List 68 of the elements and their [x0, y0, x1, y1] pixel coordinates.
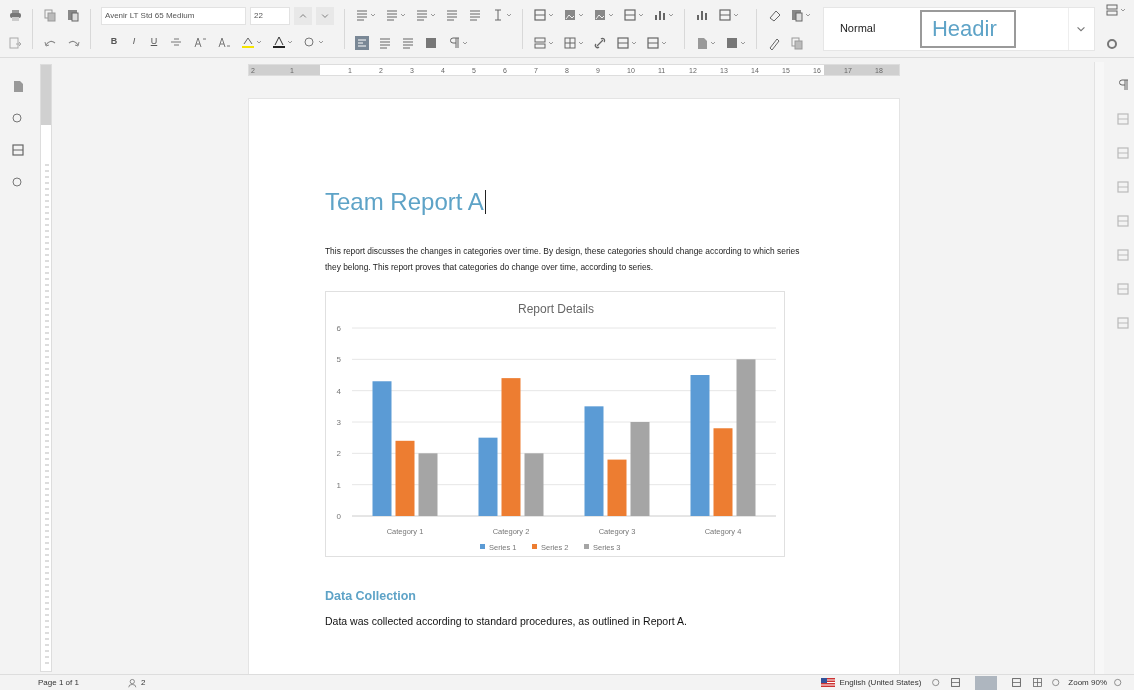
font-size-dropdown[interactable]: 22 — [249, 6, 290, 25]
dropdown-caret-icon[interactable] — [547, 39, 554, 46]
dropdown-caret-icon[interactable] — [369, 11, 376, 18]
text-cursor — [484, 190, 486, 214]
dropdown-caret-icon[interactable] — [667, 11, 674, 18]
copy-icon[interactable] — [43, 7, 57, 22]
dropdown-caret-icon[interactable] — [505, 11, 512, 18]
intro-paragraph: This report discusses the changes in categories over time. By design, these categories should change according to which series they belong. This report proves that categories do change over time, according to series. — [325, 245, 801, 274]
underline-button[interactable]: U — [148, 34, 159, 49]
normal-style[interactable]: Normal — [823, 9, 920, 48]
dropdown-caret-icon[interactable] — [317, 38, 324, 45]
dropdown-caret-icon[interactable] — [399, 11, 406, 18]
dropdown-caret-icon[interactable] — [429, 11, 436, 18]
y-axis-label: 2 — [336, 449, 341, 459]
page-count: Page 1 of 1 — [38, 676, 80, 689]
dropdown-caret-icon[interactable] — [1120, 6, 1126, 13]
dropdown-caret-icon[interactable] — [286, 38, 293, 45]
dropdown-caret-icon[interactable] — [637, 11, 644, 18]
italic-button[interactable]: I — [128, 34, 139, 49]
print-icon[interactable] — [8, 7, 22, 22]
chart-bar — [524, 453, 544, 516]
align-center-icon[interactable] — [377, 35, 392, 50]
increase-size-button[interactable] — [293, 6, 312, 25]
chart-bar — [607, 459, 627, 516]
chart-title: Report Details — [518, 302, 594, 316]
chart-bar — [418, 453, 438, 516]
export-icon[interactable] — [8, 35, 22, 50]
y-axis-label: 1 — [336, 480, 341, 490]
dropdown-caret-icon[interactable] — [547, 11, 554, 18]
document-title: Team Report A — [325, 187, 484, 217]
dropdown-caret-icon[interactable] — [732, 11, 739, 18]
paste-icon[interactable] — [66, 7, 80, 22]
y-axis-label: 4 — [336, 386, 341, 396]
y-axis-label: 5 — [336, 355, 341, 365]
vertical-scrollbar[interactable] — [1094, 62, 1104, 674]
dropdown-caret-icon[interactable] — [577, 11, 584, 18]
document-icon[interactable] — [11, 79, 25, 93]
align-left-icon[interactable] — [354, 35, 369, 50]
table-icon[interactable] — [562, 35, 577, 50]
section-paragraph: Data was collected according to standard procedures, as outlined in Report A. — [325, 613, 688, 629]
y-axis-label: 3 — [336, 418, 341, 427]
ruler-margin — [41, 65, 51, 125]
insert-image-icon[interactable] — [562, 7, 577, 22]
flag-icon — [821, 678, 836, 687]
dropdown-caret-icon[interactable] — [739, 39, 746, 46]
align-right-icon[interactable] — [400, 35, 415, 50]
dropdown-caret-icon[interactable] — [461, 39, 468, 46]
dropdown-caret-icon[interactable] — [660, 39, 667, 46]
bullet-list-icon[interactable] — [354, 7, 369, 22]
zoom-level: Zoom 90% — [1068, 676, 1107, 689]
font-name-dropdown[interactable]: Avenir LT Std 65 Medium — [100, 6, 246, 25]
paragraph-icon[interactable] — [1116, 78, 1130, 92]
language-button[interactable]: English (United States) — [821, 676, 922, 689]
dropdown-caret-icon[interactable] — [630, 39, 637, 46]
users-button[interactable]: 2 — [128, 676, 146, 689]
dropdown-caret-icon[interactable] — [607, 11, 614, 18]
y-axis-label: 0 — [336, 512, 341, 521]
dropdown-caret-icon[interactable] — [255, 38, 262, 45]
dropdown-caret-icon[interactable] — [804, 11, 811, 18]
bold-button[interactable]: B — [108, 34, 119, 49]
font-color-icon[interactable] — [271, 34, 286, 49]
picture-icon[interactable] — [592, 7, 607, 22]
decrease-size-button[interactable] — [315, 6, 334, 25]
dropdown-caret-icon[interactable] — [577, 39, 584, 46]
dropdown-caret-icon[interactable] — [709, 39, 716, 46]
section-heading: Data Collection — [325, 588, 417, 605]
layout-icon[interactable] — [1105, 2, 1119, 17]
y-axis-label: 6 — [336, 324, 341, 333]
